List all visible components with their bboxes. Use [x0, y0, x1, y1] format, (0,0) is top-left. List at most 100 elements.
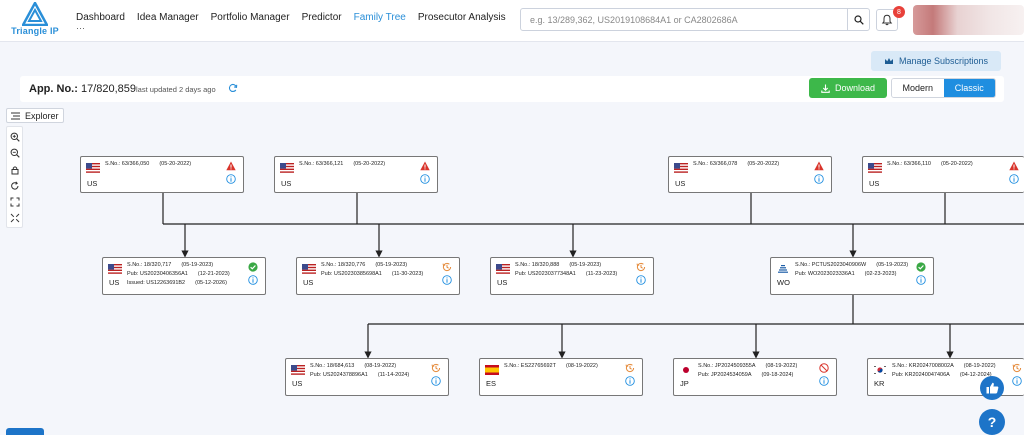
node-country: US — [497, 278, 508, 287]
nav-family-tree[interactable]: Family Tree — [354, 12, 406, 23]
es-flag-icon — [485, 365, 499, 375]
explorer-label: Explorer — [25, 110, 59, 121]
node-publication: Pub: US20230406356A1 (12-21-2023) — [127, 271, 230, 277]
node-serial: S.No.: 18/320,888 (05-19-2023) — [515, 262, 602, 268]
node-serial: S.No.: 63/366,121 (05-20-2022) — [299, 161, 386, 167]
child-node-3[interactable]: US S.No.: 18/320,888 (05-19-2023) Pub: US… — [490, 257, 654, 295]
us-flag-icon — [674, 163, 688, 173]
info-icon[interactable] — [625, 376, 635, 386]
grandchild-node-2[interactable]: ES S.No.: ES22765692T (08-19-2022) — [479, 358, 643, 396]
node-publication: Pub: US20243788​96A1 (11-14-2024) — [310, 372, 410, 378]
node-serial: S.No.: 63/366,110 (05-20-2022) — [887, 161, 973, 167]
us-flag-icon — [280, 163, 294, 173]
reset-icon[interactable] — [10, 181, 20, 191]
kr-flag-icon — [873, 365, 887, 375]
node-publication: Pub: KR20240047406A (04-12-2024) — [892, 372, 992, 378]
notifications-button[interactable]: 8 — [876, 6, 905, 31]
nav-portfolio-manager[interactable]: Portfolio Manager — [211, 12, 290, 23]
node-country: US — [675, 179, 686, 188]
zoom-out-icon[interactable] — [10, 148, 20, 158]
view-classic-button[interactable]: Classic — [943, 79, 995, 97]
parent-node-2[interactable]: US S.No.: 63/366,121 (05-20-2022) — [274, 156, 438, 193]
search-input[interactable] — [521, 9, 841, 30]
check-circle-icon — [248, 262, 258, 272]
info-icon[interactable] — [442, 275, 452, 285]
grandchild-node-1[interactable]: US S.No.: 18/684,613 (08-19-2022) Pub: US… — [285, 358, 449, 396]
history-icon — [625, 363, 635, 373]
feedback-like-button[interactable] — [980, 376, 1004, 400]
grandchild-node-3[interactable]: JP S.No.: JP2024509355A (08-19-2022) Pub:… — [673, 358, 837, 396]
parent-node-4[interactable]: US S.No.: 63/366,110 (05-20-2022) — [862, 156, 1024, 193]
us-flag-icon — [496, 264, 510, 274]
refresh-icon[interactable] — [228, 83, 238, 93]
node-publication: Pub: US20230385698A1 (11-30-2023) — [321, 271, 424, 277]
triangle-logo-icon — [22, 2, 48, 26]
info-icon[interactable] — [226, 174, 236, 184]
nav-dashboard[interactable]: Dashboard — [76, 12, 125, 23]
fit-icon[interactable] — [10, 197, 20, 207]
help-button[interactable]: ? — [979, 409, 1005, 435]
node-country: KR — [874, 379, 885, 388]
node-serial: S.No.: PCTUS2023040906W (05-19-2023) — [795, 262, 909, 268]
child-node-1[interactable]: US S.No.: 18/320,717 (05-19-2023) Pub: US… — [102, 257, 266, 295]
history-icon — [442, 262, 452, 272]
search-icon — [853, 14, 864, 25]
download-label: Download — [834, 83, 876, 93]
node-country: US — [281, 179, 292, 188]
nav-predictor[interactable]: Predictor — [302, 12, 342, 23]
node-issued: Issued: US12263691B2 (05-12-2026) — [127, 280, 227, 286]
us-flag-icon — [302, 264, 316, 274]
canvas-toolbox — [6, 126, 23, 228]
view-modern-button[interactable]: Modern — [892, 79, 944, 97]
child-node-2[interactable]: US S.No.: 18/320,776 (05-19-2023) Pub: US… — [296, 257, 460, 295]
node-serial: S.No.: ES22765692T (08-19-2022) — [504, 363, 598, 369]
manage-subscriptions-button[interactable]: Manage Subscriptions — [871, 51, 1001, 71]
app-number: App. No.: 17/820,859 — [29, 83, 136, 95]
info-icon[interactable] — [814, 174, 824, 184]
nav-prosecutor-analysis[interactable]: Prosecutor Analysis — [418, 12, 506, 23]
info-icon[interactable] — [916, 275, 926, 285]
thumbs-up-icon — [986, 382, 998, 394]
info-icon[interactable] — [636, 275, 646, 285]
check-circle-icon — [916, 262, 926, 272]
us-flag-icon — [868, 163, 882, 173]
info-icon[interactable] — [431, 376, 441, 386]
info-icon[interactable] — [1012, 376, 1022, 386]
warning-icon — [1009, 161, 1019, 171]
brand-logo[interactable]: Triangle IP — [10, 2, 60, 40]
download-icon — [821, 84, 830, 93]
search-box — [520, 8, 870, 31]
node-publication: Pub: JP2024534059A (09-18-2024) — [698, 372, 794, 378]
parent-node-1[interactable]: US S.No.: 63/366,050 (05-20-2022) — [80, 156, 244, 193]
node-publication: Pub: US20230377348A1 (11-23-2023) — [515, 271, 618, 277]
info-icon[interactable] — [819, 376, 829, 386]
parent-node-3[interactable]: US S.No.: 63/366,078 (05-20-2022) — [668, 156, 832, 193]
fullscreen-icon[interactable] — [10, 213, 20, 223]
legend-tab[interactable] — [6, 428, 44, 435]
info-icon[interactable] — [420, 174, 430, 184]
main-nav: Dashboard Idea Manager Portfolio Manager… — [76, 12, 506, 23]
us-flag-icon — [108, 264, 122, 274]
node-country: US — [869, 179, 880, 188]
node-serial: S.No.: 18/320,717 (05-19-2023) — [127, 262, 214, 268]
user-profile-menu[interactable] — [913, 5, 1024, 35]
node-serial: S.No.: 18/684,613 (08-19-2022) — [310, 363, 397, 369]
crown-icon — [884, 58, 893, 64]
node-country: JP — [680, 379, 689, 388]
child-node-4[interactable]: WO S.No.: PCTUS2023040906W (05-19-2023) P… — [770, 257, 934, 295]
history-icon — [636, 262, 646, 272]
node-country: US — [303, 278, 314, 287]
jp-flag-icon — [679, 365, 693, 375]
search-button[interactable] — [847, 9, 869, 30]
download-button[interactable]: Download — [809, 78, 887, 98]
node-serial: S.No.: 18/320,776 (05-19-2023) — [321, 262, 408, 268]
lock-icon[interactable] — [10, 165, 20, 175]
info-icon[interactable] — [248, 275, 258, 285]
manage-subscriptions-label: Manage Subscriptions — [898, 56, 989, 66]
nav-idea-manager[interactable]: Idea Manager — [137, 12, 199, 23]
history-icon — [1012, 363, 1022, 373]
zoom-in-icon[interactable] — [10, 132, 20, 142]
explorer-button[interactable]: Explorer — [6, 108, 64, 123]
dashboard-more-dots[interactable]: ··· — [76, 23, 85, 33]
info-icon[interactable] — [1009, 174, 1019, 184]
